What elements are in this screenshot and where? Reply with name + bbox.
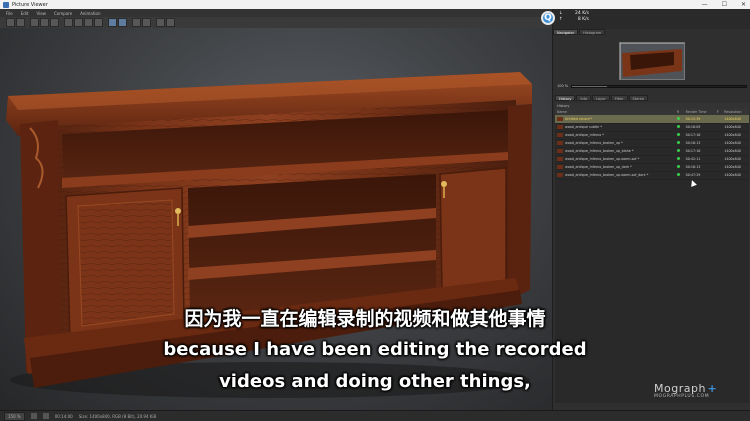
subtitle-english-line2: videos and doing other things, [219, 371, 531, 392]
tab-info[interactable]: Info [576, 95, 592, 101]
history-table: Name R Render Time F Resolution Untitled… [555, 109, 749, 180]
channel-b-icon[interactable] [94, 18, 103, 27]
menu-animation[interactable]: Animation [80, 11, 100, 16]
mograph-plus-logo: Mograph + MOGRAPHPLUS.COM [654, 382, 750, 410]
status-ok-icon [676, 173, 680, 176]
fullscreen-icon[interactable] [156, 18, 165, 27]
navigator-tabs: Navigator Histogram [553, 29, 606, 35]
table-row[interactable]: wood_antique_inferno * 00:17:16 1400x840 [555, 131, 749, 140]
zoom-slider[interactable] [571, 84, 747, 88]
compare-b-icon[interactable] [118, 18, 127, 27]
navigator-zoom: 100 % [557, 83, 747, 89]
window-titlebar: Picture Viewer — ☐ ✕ [0, 0, 750, 9]
table-row[interactable]: Untitled record * 00:15:39 1400x840 [555, 115, 749, 124]
render-icon[interactable] [30, 18, 39, 27]
menu-view[interactable]: View [36, 11, 46, 16]
render-thumbnail [557, 141, 563, 145]
subtitle-english-line1: because I have been editing the recorded [163, 339, 587, 360]
subtitle-chinese: 因为我一直在编辑录制的视频和做其他事情 [184, 308, 546, 330]
render-thumbnail [557, 116, 563, 121]
table-row[interactable]: wood_antique_inferno_broken_up-warm-sof_… [555, 171, 749, 180]
region-icon[interactable] [142, 18, 151, 27]
navigator-thumbnail[interactable] [619, 42, 685, 80]
status-ok-icon [676, 116, 680, 120]
status-info: Size: 1400x840, RGB (8 Bit), 20.94 KiB [78, 413, 157, 419]
tab-filter[interactable]: Filter [610, 95, 628, 101]
zoom-level[interactable]: 150 % [4, 411, 25, 421]
status-ok-icon [676, 133, 680, 136]
table-row[interactable]: wood_antique subtle * 00:16:09 1400x840 [555, 123, 749, 132]
panel-tabs: History Info Layer Filter Stereo [555, 95, 648, 101]
lut-icon[interactable] [166, 18, 175, 27]
render-thumbnail [557, 173, 563, 177]
channel-r-icon[interactable] [74, 18, 83, 27]
stop-icon[interactable] [40, 18, 49, 27]
table-row[interactable]: wood_antique_inferno_broken_up_blahe * 0… [555, 147, 749, 156]
table-row[interactable]: wood_antique_inferno_broken_up_dark * 00… [555, 163, 749, 172]
tab-history[interactable]: History [555, 95, 576, 101]
status-bar: 150 % 00:14:00 Size: 1400x840, RGB (8 Bi… [0, 410, 750, 421]
menu-bar: File Edit View Compare Animation [0, 9, 552, 17]
play-icon[interactable] [30, 413, 37, 419]
network-speed-widget: Q ↓ 24 K/s ↑ 8 K/s [541, 9, 750, 29]
app-icon [3, 1, 9, 8]
app-badge-icon[interactable]: Q [541, 11, 555, 25]
save-icon[interactable] [16, 18, 25, 27]
tab-histogram[interactable]: Histogram [579, 29, 606, 35]
navigator-zoom-value: 100 % [557, 84, 569, 88]
frame-icon[interactable] [132, 18, 141, 27]
render-thumbnail [557, 149, 563, 153]
channel-g-icon[interactable] [84, 18, 93, 27]
status-ok-icon [676, 141, 680, 144]
render-thumbnail [557, 157, 563, 161]
table-row[interactable]: wood_antique_inferno_broken_up * 00:16:1… [555, 139, 749, 148]
tab-stereo[interactable]: Stereo [628, 95, 648, 101]
network-speed: ↓ 24 K/s ↑ 8 K/s [559, 11, 589, 23]
menu-compare[interactable]: Compare [54, 11, 72, 16]
status-time: 00:14:00 [54, 413, 73, 419]
minimize-button[interactable]: — [702, 1, 708, 8]
tab-navigator[interactable]: Navigator [553, 29, 579, 35]
close-button[interactable]: ✕ [741, 1, 746, 8]
window-controls: — ☐ ✕ [702, 0, 746, 9]
toolbar [0, 17, 552, 28]
tab-layer[interactable]: Layer [592, 95, 610, 101]
render-thumbnail [557, 125, 563, 129]
channel-rgb-icon[interactable] [64, 18, 73, 27]
open-icon[interactable] [6, 18, 15, 27]
status-ok-icon [676, 125, 680, 128]
upload-icon: ↑ [559, 17, 563, 22]
compare-a-icon[interactable] [108, 18, 117, 27]
menu-edit[interactable]: Edit [21, 11, 29, 16]
window-title: Picture Viewer [12, 1, 48, 8]
loop-icon[interactable] [42, 413, 49, 419]
navigator-preview-image [620, 43, 684, 79]
render-thumbnail [557, 133, 563, 137]
table-row[interactable]: wood_antique_inferno_broken_up-warm-sof … [555, 155, 749, 164]
status-ok-icon [676, 157, 680, 160]
clear-icon[interactable] [50, 18, 59, 27]
logo-url: MOGRAPHPLUS.COM [654, 394, 710, 399]
zoom-slider-fill [572, 85, 607, 87]
menu-file[interactable]: File [6, 11, 13, 16]
status-ok-icon [676, 149, 680, 152]
render-thumbnail [557, 165, 563, 169]
maximize-button[interactable]: ☐ [722, 1, 727, 8]
upload-speed: 8 K/s [577, 17, 589, 22]
status-ok-icon [676, 165, 680, 168]
